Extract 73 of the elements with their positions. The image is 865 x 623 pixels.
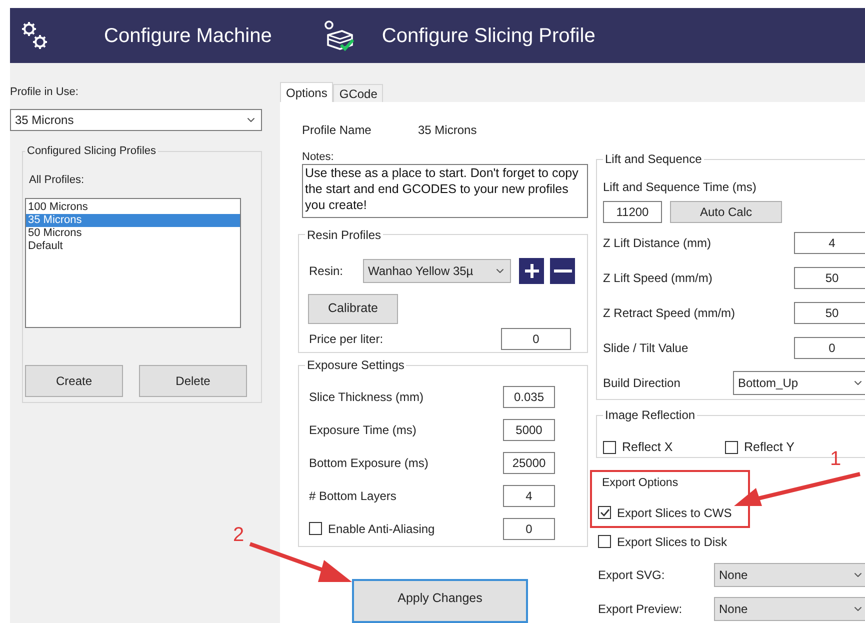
field-label: Notes: bbox=[302, 150, 335, 163]
checkbox-label: Reflect Y bbox=[744, 439, 794, 456]
number-field[interactable]: 4 bbox=[794, 232, 865, 254]
add-button[interactable] bbox=[519, 258, 544, 284]
tab[interactable]: Options bbox=[280, 82, 334, 102]
group-title: Image Reflection bbox=[604, 407, 696, 424]
field-label: Profile Name bbox=[302, 122, 372, 137]
list-item[interactable]: 100 Microns bbox=[26, 201, 240, 214]
header-tab[interactable]: Configure Machine bbox=[104, 20, 272, 50]
dropdown[interactable]: 35 Microns bbox=[10, 109, 262, 131]
number-field[interactable]: 11200 bbox=[603, 201, 662, 223]
group-title: Export Options bbox=[602, 476, 680, 490]
dropdown[interactable]: Wanhao Yellow 35µ bbox=[363, 258, 511, 283]
checkbox-label: Enable Anti-Aliasing bbox=[328, 520, 435, 538]
group-title: Configured Slicing Profiles bbox=[26, 144, 158, 159]
field-label: Lift and Sequence Time (ms) bbox=[603, 179, 758, 196]
number-field[interactable]: 25000 bbox=[503, 452, 555, 474]
field-label: Profile in Use: bbox=[10, 85, 80, 99]
list-item[interactable]: 35 Microns bbox=[26, 214, 240, 227]
action-button[interactable]: Create bbox=[25, 365, 123, 397]
action-button[interactable]: Delete bbox=[139, 365, 247, 397]
dropdown[interactable]: None bbox=[714, 562, 865, 587]
header-tab[interactable]: Configure Slicing Profile bbox=[382, 20, 596, 50]
auto-calc-button[interactable]: Auto Calc bbox=[670, 201, 782, 223]
profile-name-value: 35 Microns bbox=[418, 122, 477, 137]
checkbox-label: Export Slices to CWS bbox=[617, 504, 732, 522]
notes-field[interactable]: Use these as a place to start. Don't forget to copy the start and end GCODES to your new profiles you create! bbox=[302, 164, 588, 218]
number-field[interactable]: 0 bbox=[501, 328, 571, 350]
field-label: Export SVG: bbox=[598, 566, 666, 584]
number-field[interactable]: 50 bbox=[794, 302, 865, 324]
checkbox[interactable] bbox=[598, 535, 611, 548]
dropdown[interactable]: Bottom_Up bbox=[733, 370, 865, 394]
checkbox-label: Reflect X bbox=[622, 439, 673, 456]
apply-changes-button[interactable]: Apply Changes bbox=[352, 579, 528, 623]
check-icon bbox=[600, 508, 610, 518]
number-field[interactable]: 0.035 bbox=[503, 386, 555, 408]
number-field[interactable]: 4 bbox=[503, 484, 555, 507]
checkbox[interactable] bbox=[725, 440, 738, 454]
field-label: Slice Thickness (mm) bbox=[309, 388, 424, 406]
field-label: Exposure Time (ms) bbox=[309, 422, 418, 439]
field-label: Resin: bbox=[309, 262, 344, 280]
list-item[interactable]: Default bbox=[26, 240, 240, 253]
field-label: # Bottom Layers bbox=[309, 488, 398, 505]
field-label: Slide / Tilt Value bbox=[603, 340, 690, 356]
number-field[interactable]: 50 bbox=[794, 266, 865, 288]
group-title: Exposure Settings bbox=[306, 357, 406, 374]
field-label: Build Direction bbox=[603, 374, 682, 392]
checkbox[interactable] bbox=[603, 440, 616, 454]
calibrate-button[interactable]: Calibrate bbox=[308, 294, 398, 324]
group-title: Resin Profiles bbox=[306, 226, 382, 244]
plus-icon bbox=[524, 262, 540, 279]
number-field[interactable]: 0 bbox=[794, 336, 865, 358]
gears-icon bbox=[20, 20, 50, 52]
annotation-number: 1 bbox=[830, 447, 842, 472]
dropdown[interactable]: None bbox=[714, 596, 865, 621]
field-label: Export Preview: bbox=[598, 600, 684, 618]
field-label: All Profiles: bbox=[29, 172, 86, 188]
list-item[interactable]: 50 Microns bbox=[26, 227, 240, 240]
field-label: Bottom Exposure (ms) bbox=[309, 454, 430, 472]
field-label: Z Retract Speed (mm/m) bbox=[603, 304, 736, 322]
group-title: Lift and Sequence bbox=[604, 151, 703, 168]
field-label: Z Lift Speed (mm/m) bbox=[603, 270, 714, 286]
field-label: Price per liter: bbox=[309, 330, 384, 348]
field-label: Z Lift Distance (mm) bbox=[603, 234, 712, 252]
number-field[interactable]: 5000 bbox=[503, 418, 555, 441]
number-field[interactable]: 0 bbox=[503, 518, 555, 540]
annotation-number: 2 bbox=[233, 523, 244, 548]
checkbox-label: Export Slices to Disk bbox=[617, 534, 728, 551]
minus-icon bbox=[554, 268, 572, 273]
checkbox[interactable] bbox=[309, 522, 322, 536]
remove-button[interactable] bbox=[550, 258, 575, 284]
checkbox[interactable] bbox=[598, 506, 611, 520]
tab[interactable]: GCode bbox=[333, 84, 384, 102]
